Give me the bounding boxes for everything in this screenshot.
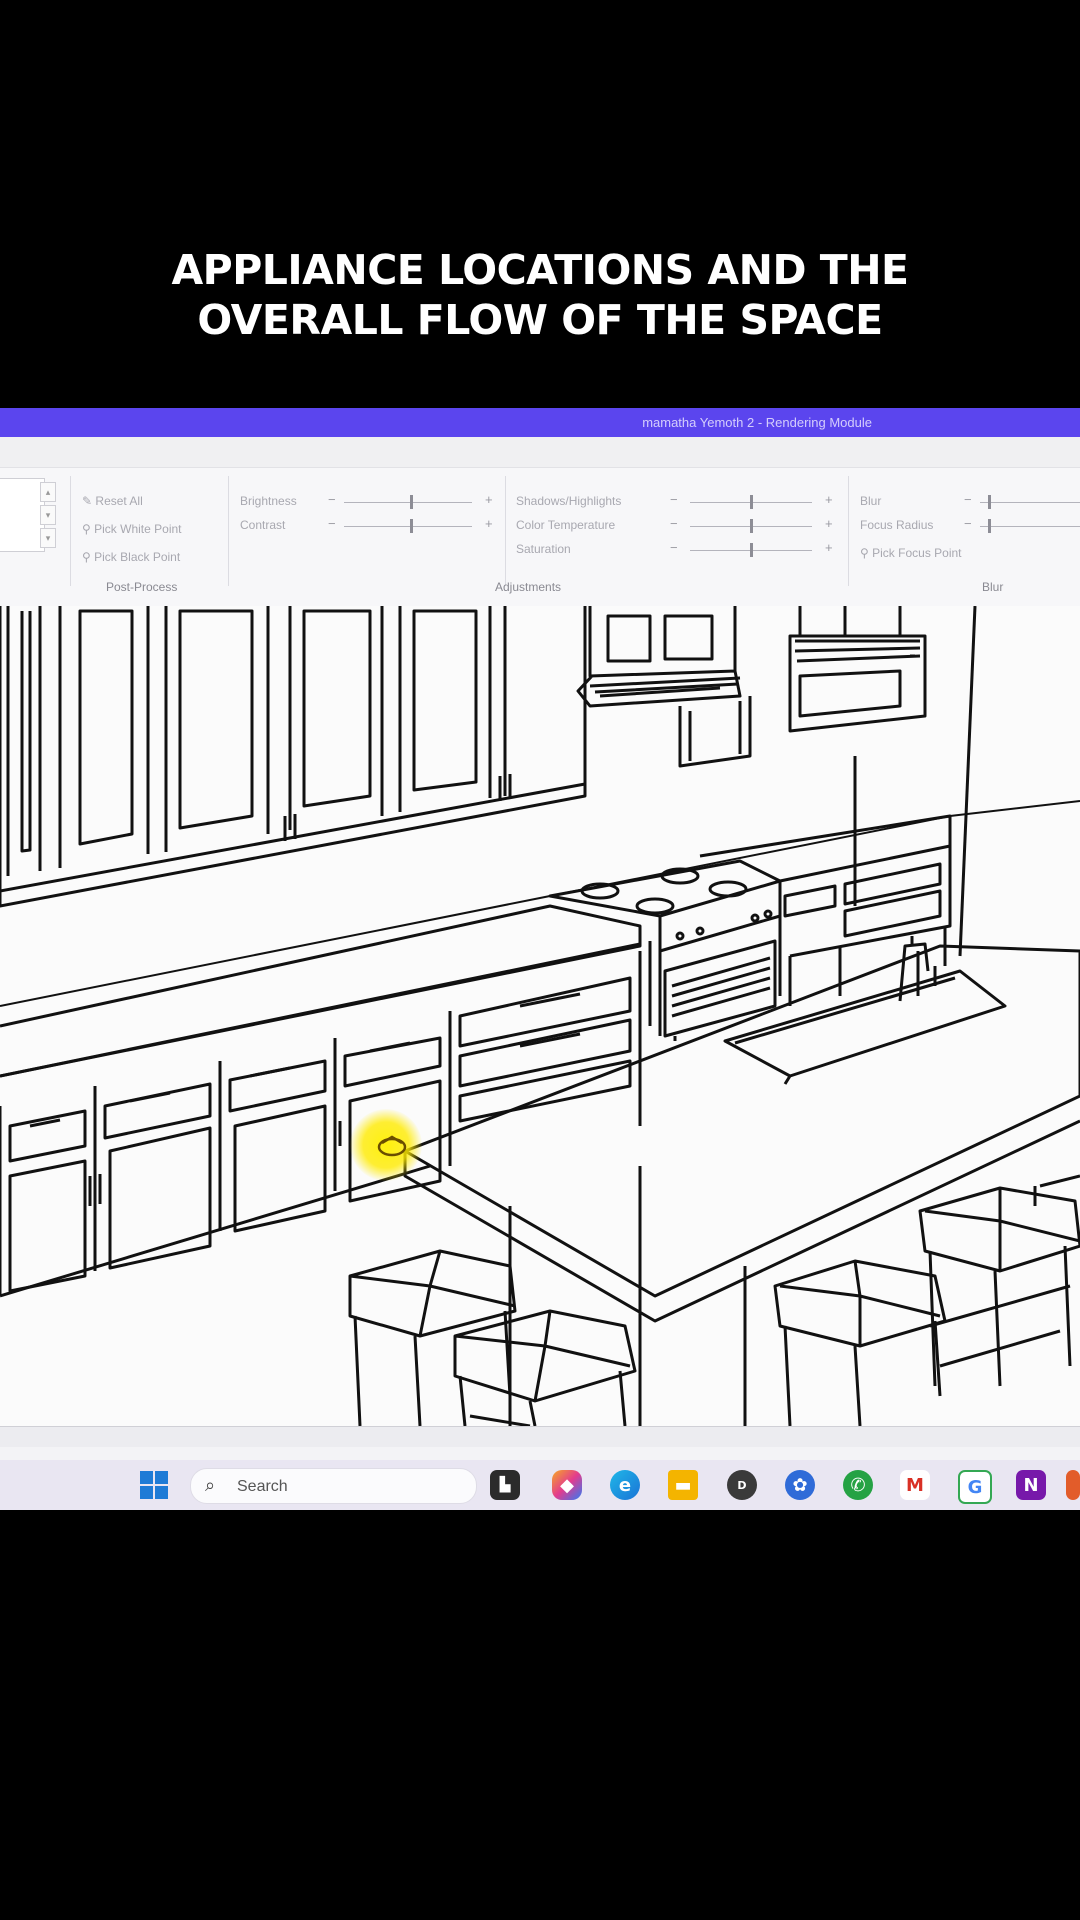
range <box>548 859 782 1038</box>
file-explorer-icon[interactable]: ▬ <box>668 1470 698 1500</box>
spin-up-button[interactable]: ▴ <box>40 482 56 502</box>
blur-group-label: Blur <box>982 580 1004 594</box>
caption-line-1: APPLIANCE LOCATIONS AND THE <box>171 246 909 294</box>
contrast-increase[interactable]: + <box>485 516 493 531</box>
eyedropper-icon: ⚲ <box>860 546 869 560</box>
saturation-increase[interactable]: + <box>825 540 833 555</box>
brightness-slider-thumb[interactable] <box>410 495 413 509</box>
ribbon-separator <box>505 476 506 586</box>
shadows-slider-thumb[interactable] <box>750 495 753 509</box>
overflow-app-icon[interactable] <box>1066 1470 1080 1500</box>
video-caption: APPLIANCE LOCATIONS AND THE OVERALL FLOW… <box>0 245 1080 345</box>
dell-icon[interactable]: D <box>727 1470 757 1500</box>
eyedropper-icon: ⚲ <box>82 550 91 564</box>
saturation-decrease[interactable]: − <box>670 540 678 555</box>
eyedropper-icon: ⚲ <box>82 522 91 536</box>
value-input[interactable] <box>0 478 45 552</box>
taskbar-search-placeholder: Search <box>237 1478 288 1495</box>
pick-black-point-button[interactable]: ⚲ Pick Black Point <box>82 550 180 564</box>
pick-focus-point-label: Pick Focus Point <box>872 546 962 560</box>
pick-white-point-label: Pick White Point <box>94 522 182 536</box>
saturation-label: Saturation <box>516 542 571 556</box>
adjustments-group-label: Adjustments <box>495 580 562 594</box>
brush-icon: ✎ <box>82 494 93 508</box>
brightness-label: Brightness <box>240 494 297 508</box>
contrast-label: Contrast <box>240 518 286 532</box>
google-icon[interactable]: G <box>958 1470 992 1504</box>
ribbon-separator <box>70 476 71 586</box>
orbit-cursor-icon <box>377 1135 407 1157</box>
focus-radius-decrease[interactable]: − <box>964 516 972 531</box>
shadows-highlights-label: Shadows/Highlights <box>516 494 622 508</box>
app-icon[interactable]: ✿ <box>785 1470 815 1500</box>
temperature-slider-thumb[interactable] <box>750 519 753 533</box>
blur-decrease[interactable]: − <box>964 492 972 507</box>
pick-black-point-label: Pick Black Point <box>94 550 181 564</box>
screen-capture: mamatha Yemoth 2 - Rendering Module ▴ ▾ … <box>0 408 1080 1510</box>
post-process-group-label: Post-Process <box>106 580 178 594</box>
ribbon-toolbar: ▴ ▾ ▾ ✎ Reset All ⚲ Pick White Point ⚲ P… <box>0 468 1080 609</box>
taskbar: ⌕ Search ▙ ◆ e ▬ D ✿ ✆ M G N <box>0 1460 1080 1510</box>
gmail-icon[interactable]: M <box>900 1470 930 1500</box>
shadows-decrease[interactable]: − <box>670 492 678 507</box>
copilot-icon[interactable]: ◆ <box>552 1470 582 1500</box>
blur-slider-thumb[interactable] <box>988 495 991 509</box>
windows-start-icon[interactable] <box>140 1471 170 1501</box>
blur-label: Blur <box>860 494 882 508</box>
onenote-icon[interactable]: N <box>1016 1470 1046 1500</box>
contrast-slider[interactable] <box>344 526 472 527</box>
horizontal-scrollbar[interactable] <box>0 1426 1080 1447</box>
ribbon-separator <box>228 476 229 586</box>
kitchen-drawing <box>0 606 1080 1426</box>
caption-line-2: OVERALL FLOW OF THE SPACE <box>197 296 883 344</box>
temperature-decrease[interactable]: − <box>670 516 678 531</box>
bar-stools <box>348 1174 1080 1426</box>
blur-slider[interactable] <box>980 502 1080 503</box>
brightness-increase[interactable]: + <box>485 492 493 507</box>
focus-radius-label: Focus Radius <box>860 518 934 532</box>
ribbon-tab-strip <box>0 437 1080 468</box>
render-canvas[interactable] <box>0 606 1080 1426</box>
upper-cabinets <box>0 606 977 957</box>
brightness-decrease[interactable]: − <box>328 492 336 507</box>
focus-radius-slider-thumb[interactable] <box>988 519 991 533</box>
pick-focus-point-button[interactable]: ⚲ Pick Focus Point <box>860 546 962 560</box>
whatsapp-icon[interactable]: ✆ <box>843 1470 873 1500</box>
base-cabinets <box>0 904 642 1298</box>
shadows-increase[interactable]: + <box>825 492 833 507</box>
task-view-icon[interactable]: ▙ <box>490 1470 520 1500</box>
contrast-decrease[interactable]: − <box>328 516 336 531</box>
title-bar: mamatha Yemoth 2 - Rendering Module <box>0 408 1080 437</box>
focus-radius-slider[interactable] <box>980 526 1080 527</box>
search-icon: ⌕ <box>205 1475 216 1495</box>
taskbar-search[interactable]: ⌕ Search <box>190 1468 477 1504</box>
window-title: mamatha Yemoth 2 - Rendering Module <box>642 415 872 430</box>
reset-all-button[interactable]: ✎ Reset All <box>82 494 143 508</box>
ribbon-separator <box>848 476 849 586</box>
contrast-slider-thumb[interactable] <box>410 519 413 533</box>
spin-mid-button[interactable]: ▾ <box>40 505 56 525</box>
brightness-slider[interactable] <box>344 502 472 503</box>
edge-icon[interactable]: e <box>610 1470 640 1500</box>
reset-all-label: Reset All <box>95 494 143 508</box>
temperature-increase[interactable]: + <box>825 516 833 531</box>
saturation-slider-thumb[interactable] <box>750 543 753 557</box>
spin-down-button[interactable]: ▾ <box>40 528 56 548</box>
color-temperature-label: Color Temperature <box>516 518 616 532</box>
pick-white-point-button[interactable]: ⚲ Pick White Point <box>82 522 182 536</box>
